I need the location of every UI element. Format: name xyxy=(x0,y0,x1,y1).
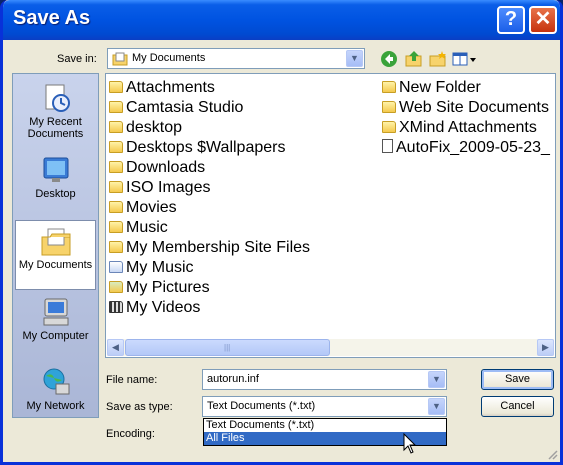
folder-icon xyxy=(109,201,123,213)
window-title: Save As xyxy=(13,7,91,29)
scroll-left-icon[interactable]: ◀ xyxy=(107,339,124,356)
list-item[interactable]: My Music xyxy=(109,259,194,277)
text-file-icon xyxy=(382,139,393,153)
my-documents-icon xyxy=(112,52,128,66)
help-button[interactable]: ? xyxy=(497,6,525,34)
place-desktop[interactable]: Desktop xyxy=(15,154,96,204)
place-label: My Network xyxy=(26,400,85,412)
pictures-folder-icon xyxy=(109,281,123,293)
resize-grip-icon[interactable] xyxy=(546,448,558,460)
horizontal-scrollbar[interactable]: ◀ ||| ▶ xyxy=(107,339,554,356)
save-in-value: My Documents xyxy=(132,52,206,64)
list-item[interactable]: My Pictures xyxy=(109,279,210,297)
list-item[interactable]: ISO Images xyxy=(109,179,210,197)
file-list[interactable]: Attachments Camtasia Studio desktop Desk… xyxy=(105,73,556,358)
folder-icon xyxy=(382,121,396,133)
new-folder-icon[interactable] xyxy=(429,50,447,68)
mouse-cursor-icon xyxy=(403,433,417,455)
place-label: My Recent Documents xyxy=(27,116,84,140)
list-item[interactable]: Web Site Documents xyxy=(382,99,549,117)
option-text-documents[interactable]: Text Documents (*.txt) xyxy=(204,419,446,432)
list-item[interactable]: Movies xyxy=(109,199,177,217)
videos-folder-icon xyxy=(109,301,123,313)
folder-icon xyxy=(382,101,396,113)
close-button[interactable]: ✕ xyxy=(529,6,557,34)
folder-icon xyxy=(109,81,123,93)
encoding-label: Encoding: xyxy=(106,428,155,440)
folder-icon xyxy=(382,81,396,93)
file-name-label: File name: xyxy=(106,374,158,386)
desktop-icon xyxy=(40,154,72,186)
my-network-icon xyxy=(40,366,72,398)
folder-icon xyxy=(109,221,123,233)
save-in-dropdown[interactable]: My Documents ▼ xyxy=(107,48,365,69)
list-item[interactable]: Desktops $Wallpapers xyxy=(109,139,285,157)
list-item[interactable]: New Folder xyxy=(382,79,481,97)
place-label: My Documents xyxy=(18,259,93,271)
folder-icon xyxy=(109,101,123,113)
grip-icon: ||| xyxy=(224,343,231,352)
list-item[interactable]: My Membership Site Files xyxy=(109,239,310,257)
folder-icon xyxy=(109,141,123,153)
save-as-type-value: Text Documents (*.txt) xyxy=(207,400,316,412)
scroll-right-icon[interactable]: ▶ xyxy=(537,339,554,356)
folder-icon xyxy=(109,121,123,133)
place-my-recent-documents[interactable]: My Recent Documents xyxy=(15,82,96,144)
my-computer-icon xyxy=(40,296,72,328)
views-menu-icon[interactable] xyxy=(452,50,478,68)
list-item[interactable]: Downloads xyxy=(109,159,205,177)
folder-icon xyxy=(109,241,123,253)
save-button[interactable]: Save xyxy=(481,369,554,390)
place-my-documents[interactable]: My Documents xyxy=(15,220,96,290)
list-item[interactable]: desktop xyxy=(109,119,182,137)
places-bar: My Recent Documents Desktop My Documents… xyxy=(12,73,99,418)
place-my-network[interactable]: My Network xyxy=(15,366,96,416)
list-item[interactable]: XMind Attachments xyxy=(382,119,537,137)
file-name-input[interactable]: autorun.inf ▼ xyxy=(202,369,447,390)
save-as-type-label: Save as type: xyxy=(106,401,173,413)
chevron-down-icon[interactable]: ▼ xyxy=(428,371,445,388)
chevron-down-icon[interactable]: ▼ xyxy=(428,398,445,415)
list-item[interactable]: AutoFix_2009-05-23_ xyxy=(382,139,550,157)
list-item[interactable]: Music xyxy=(109,219,168,237)
save-as-type-dropdown[interactable]: Text Documents (*.txt) ▼ xyxy=(202,396,447,417)
title-bar[interactable]: Save As ? ✕ xyxy=(3,0,560,40)
list-item[interactable]: My Videos xyxy=(109,299,200,317)
scrollbar-thumb[interactable]: ||| xyxy=(125,339,330,356)
save-in-label: Save in: xyxy=(57,53,97,65)
music-folder-icon xyxy=(109,261,123,273)
list-item[interactable]: Camtasia Studio xyxy=(109,99,243,117)
my-documents-icon xyxy=(40,225,72,257)
file-name-value: autorun.inf xyxy=(207,373,259,385)
recent-documents-icon xyxy=(40,82,72,114)
folder-icon xyxy=(109,161,123,173)
place-label: My Computer xyxy=(22,330,89,342)
place-my-computer[interactable]: My Computer xyxy=(15,296,96,348)
save-as-dialog: Save As ? ✕ Save in: My Documents ▼ My R… xyxy=(0,0,563,465)
back-icon[interactable] xyxy=(380,50,398,68)
cancel-button[interactable]: Cancel xyxy=(481,396,554,417)
chevron-down-icon[interactable]: ▼ xyxy=(346,50,363,67)
place-label: Desktop xyxy=(35,188,76,200)
folder-icon xyxy=(109,181,123,193)
up-folder-icon[interactable] xyxy=(405,50,423,68)
list-item[interactable]: Attachments xyxy=(109,79,215,97)
